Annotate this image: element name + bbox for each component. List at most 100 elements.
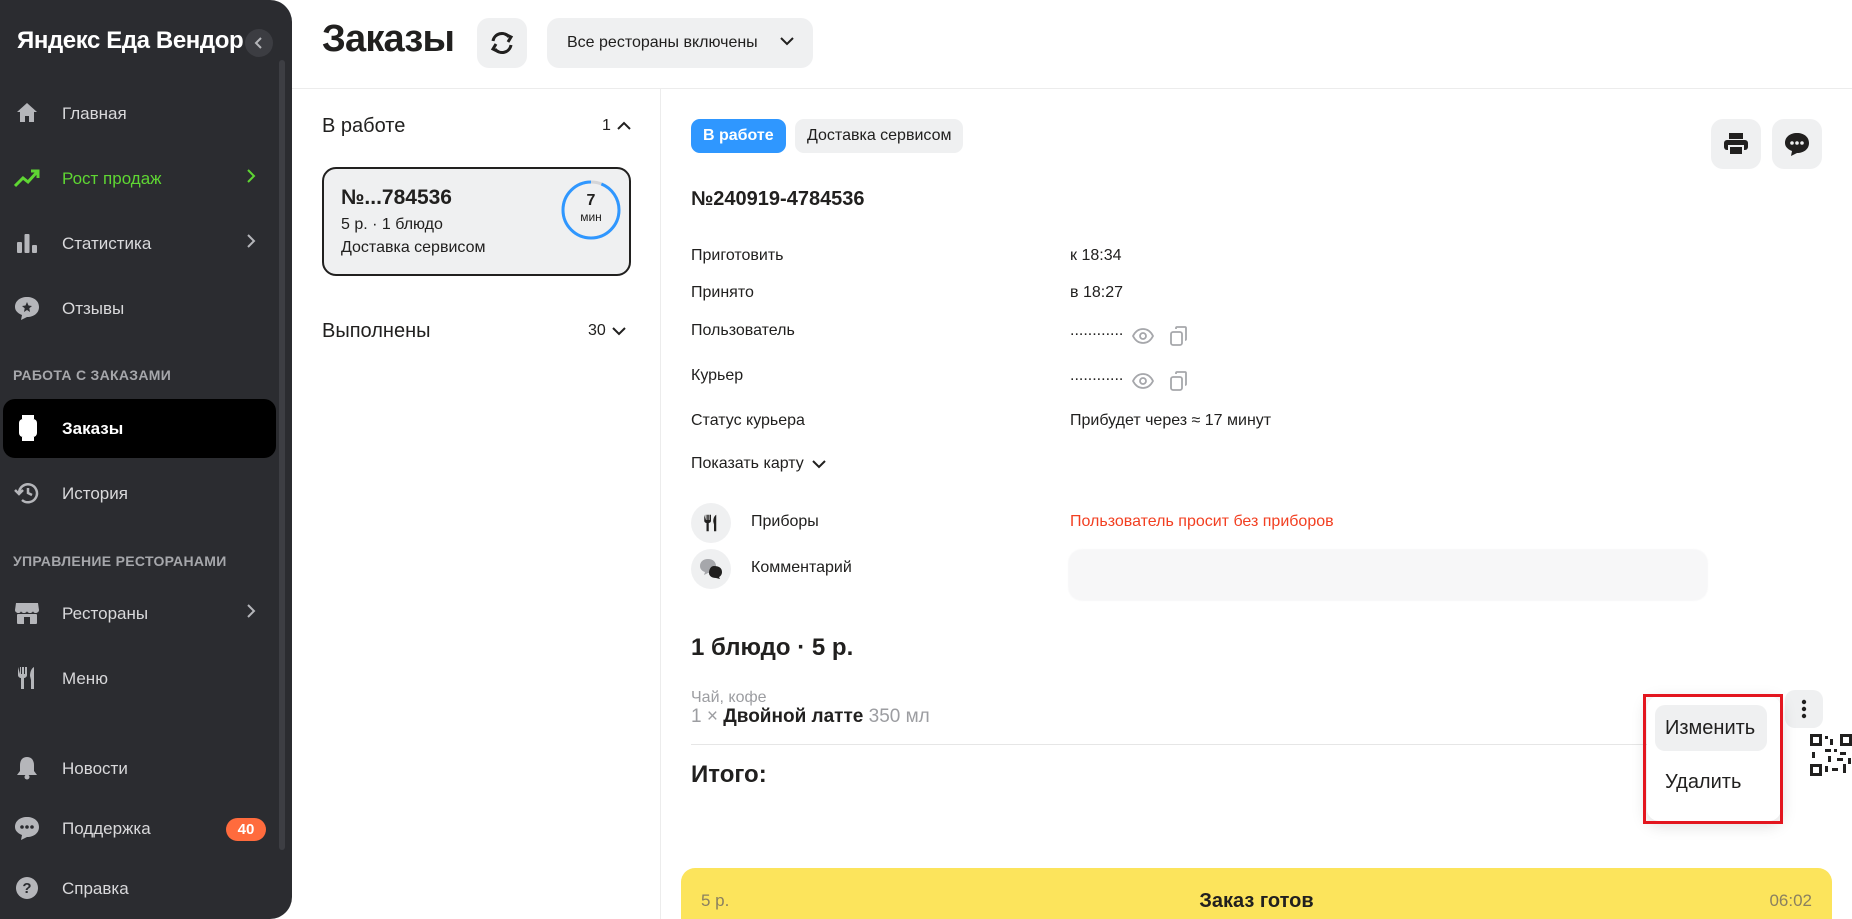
sidebar-item-label: Справка xyxy=(62,879,129,898)
comment-icon xyxy=(700,559,722,579)
order-number: №240919-4784536 xyxy=(691,188,865,210)
chevron-right-icon xyxy=(246,232,260,256)
chevron-down-icon xyxy=(779,33,795,54)
dish-quantity: 1 × xyxy=(691,706,718,727)
sidebar-item-restaurants[interactable]: Рестораны xyxy=(0,584,276,644)
dish-divider xyxy=(691,744,1691,745)
timer-value: 7 xyxy=(586,192,596,209)
eye-icon[interactable] xyxy=(1132,370,1154,392)
cutlery-icon xyxy=(704,514,717,532)
comment-label: Комментарий xyxy=(751,559,852,576)
completed-group-title: Выполнены xyxy=(322,320,431,342)
review-star-icon xyxy=(14,295,40,321)
field-value-user: ............ xyxy=(1070,322,1124,339)
more-vertical-icon xyxy=(1801,699,1807,719)
sidebar-item-news[interactable]: Новости xyxy=(0,739,276,799)
brand-logo: Яндекс Еда Вендор xyxy=(17,27,244,54)
print-button[interactable] xyxy=(1711,119,1761,169)
field-label-user: Пользователь xyxy=(691,322,795,339)
history-icon xyxy=(14,480,40,506)
support-count-badge: 40 xyxy=(226,818,266,841)
sidebar-item-label: Рост продаж xyxy=(62,169,162,188)
cutlery-label: Приборы xyxy=(751,513,819,530)
sidebar-item-label: Новости xyxy=(62,759,128,778)
sidebar-item-orders[interactable]: Заказы xyxy=(3,399,276,458)
ready-bar-time: 06:02 xyxy=(1769,891,1812,910)
sidebar-item-label: Статистика xyxy=(62,234,152,253)
cutlery-icon-wrapper xyxy=(691,503,731,543)
dish-name: Двойной латте xyxy=(723,706,864,727)
comment-icon-wrapper xyxy=(691,549,731,589)
field-label-courier-status: Статус курьера xyxy=(691,412,805,429)
restaurants-select[interactable]: Все рестораны включены xyxy=(547,18,813,68)
section-header-restaurants: УПРАВЛЕНИЕ РЕСТОРАНАМИ xyxy=(13,553,227,569)
page-title: Заказы xyxy=(322,18,455,60)
dishes-summary: 1 блюдо · 5 р. xyxy=(691,634,854,661)
ready-bar-label: Заказ готов xyxy=(1199,890,1314,912)
order-card-number: №...784536 xyxy=(341,186,452,209)
refresh-icon xyxy=(490,32,514,54)
printer-icon xyxy=(1724,133,1748,156)
completed-group-toggle[interactable]: 30 xyxy=(588,322,626,340)
sidebar-scrollbar[interactable] xyxy=(279,60,285,850)
sidebar-item-sales-growth[interactable]: Рост продаж xyxy=(0,149,276,209)
copy-icon[interactable] xyxy=(1168,370,1190,392)
delivery-type-badge: Доставка сервисом xyxy=(795,119,964,153)
dish-row: 1 × Двойной латте 350 мл xyxy=(691,706,930,728)
sidebar-item-label: Поддержка xyxy=(62,819,151,838)
sidebar-item-home[interactable]: Главная xyxy=(0,84,276,144)
column-divider xyxy=(660,89,661,919)
sidebar-item-label: История xyxy=(62,484,128,503)
field-value-courier-status: Прибудет через ≈ 17 минут xyxy=(1070,412,1272,429)
menu-highlight-box xyxy=(1643,694,1783,824)
in-progress-group-toggle[interactable]: 1 xyxy=(602,117,631,135)
show-map-label: Показать карту xyxy=(691,455,804,472)
order-timer: 7 мин xyxy=(560,179,622,241)
order-card[interactable]: №...784536 5 р. · 1 блюдо Доставка серви… xyxy=(322,167,631,276)
section-header-orders: РАБОТА С ЗАКАЗАМИ xyxy=(13,367,172,383)
svg-text:?: ? xyxy=(22,880,31,897)
sidebar-item-label: Меню xyxy=(62,669,108,688)
restaurants-select-value: Все рестораны включены xyxy=(567,34,758,51)
completed-count: 30 xyxy=(588,322,606,339)
chevron-right-icon xyxy=(246,602,260,626)
chevron-left-icon xyxy=(254,37,262,49)
field-value-cook: к 18:34 xyxy=(1070,247,1122,264)
order-card-delivery: Доставка сервисом xyxy=(341,239,486,256)
chevron-down-icon xyxy=(612,327,626,336)
status-badge: В работе xyxy=(691,119,786,153)
field-value-accepted: в 18:27 xyxy=(1070,284,1123,301)
dish-category: Чай, кофе xyxy=(691,689,767,706)
chat-button[interactable] xyxy=(1772,119,1822,169)
timer-unit: мин xyxy=(580,210,602,224)
dish-more-button[interactable] xyxy=(1785,690,1823,728)
sidebar-item-support[interactable]: Поддержка 40 xyxy=(0,799,276,859)
copy-icon[interactable] xyxy=(1168,325,1190,347)
collapse-sidebar-button[interactable] xyxy=(245,29,273,57)
chevron-up-icon xyxy=(617,121,631,130)
show-map-toggle[interactable]: Показать карту xyxy=(691,455,826,473)
order-card-summary: 5 р. · 1 блюдо xyxy=(341,216,443,233)
header-divider xyxy=(292,88,1852,89)
field-value-courier: ............ xyxy=(1070,367,1124,384)
field-label-courier: Курьер xyxy=(691,367,744,384)
home-icon xyxy=(14,100,40,126)
eye-icon[interactable] xyxy=(1132,325,1154,347)
order-ready-button[interactable]: 5 р. Заказ готов 06:02 xyxy=(681,868,1832,919)
trending-up-icon xyxy=(14,165,40,191)
sidebar-item-reviews[interactable]: Отзывы xyxy=(0,279,276,339)
in-progress-count: 1 xyxy=(602,117,611,134)
qr-code-icon[interactable] xyxy=(1810,734,1852,778)
sidebar-item-label: Главная xyxy=(62,104,127,123)
chevron-down-icon xyxy=(812,460,826,469)
sidebar-item-statistics[interactable]: Статистика xyxy=(0,214,276,274)
comment-box xyxy=(1068,549,1708,601)
in-progress-group-title: В работе xyxy=(322,115,406,137)
sidebar-item-label: Рестораны xyxy=(62,604,149,623)
sidebar-item-help[interactable]: ? Справка xyxy=(0,859,276,919)
watch-icon xyxy=(15,415,41,441)
sidebar-item-menu[interactable]: Меню xyxy=(0,649,276,709)
refresh-button[interactable] xyxy=(477,18,527,68)
sidebar-item-history[interactable]: История xyxy=(0,464,276,524)
total-label: Итого: xyxy=(691,761,767,788)
